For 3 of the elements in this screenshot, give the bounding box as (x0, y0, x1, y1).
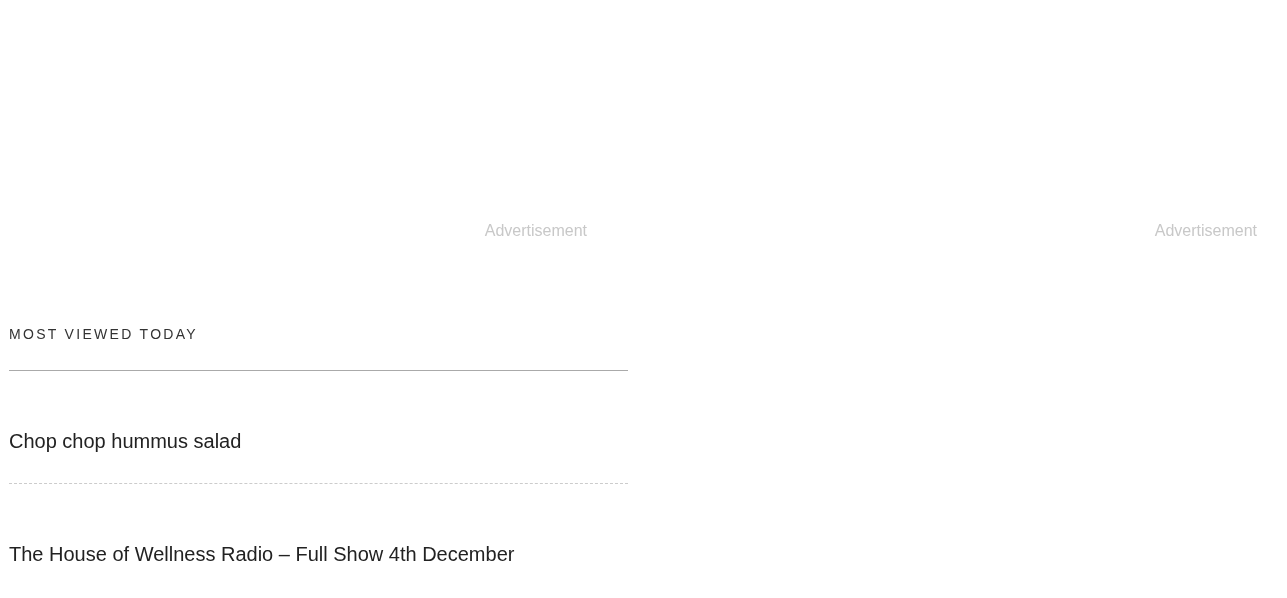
article-link[interactable]: Chop chop hummus salad (9, 424, 242, 458)
article-link[interactable]: The House of Wellness Radio – Full Show 4th December (9, 537, 515, 571)
section-heading: MOST VIEWED TODAY (9, 325, 199, 343)
